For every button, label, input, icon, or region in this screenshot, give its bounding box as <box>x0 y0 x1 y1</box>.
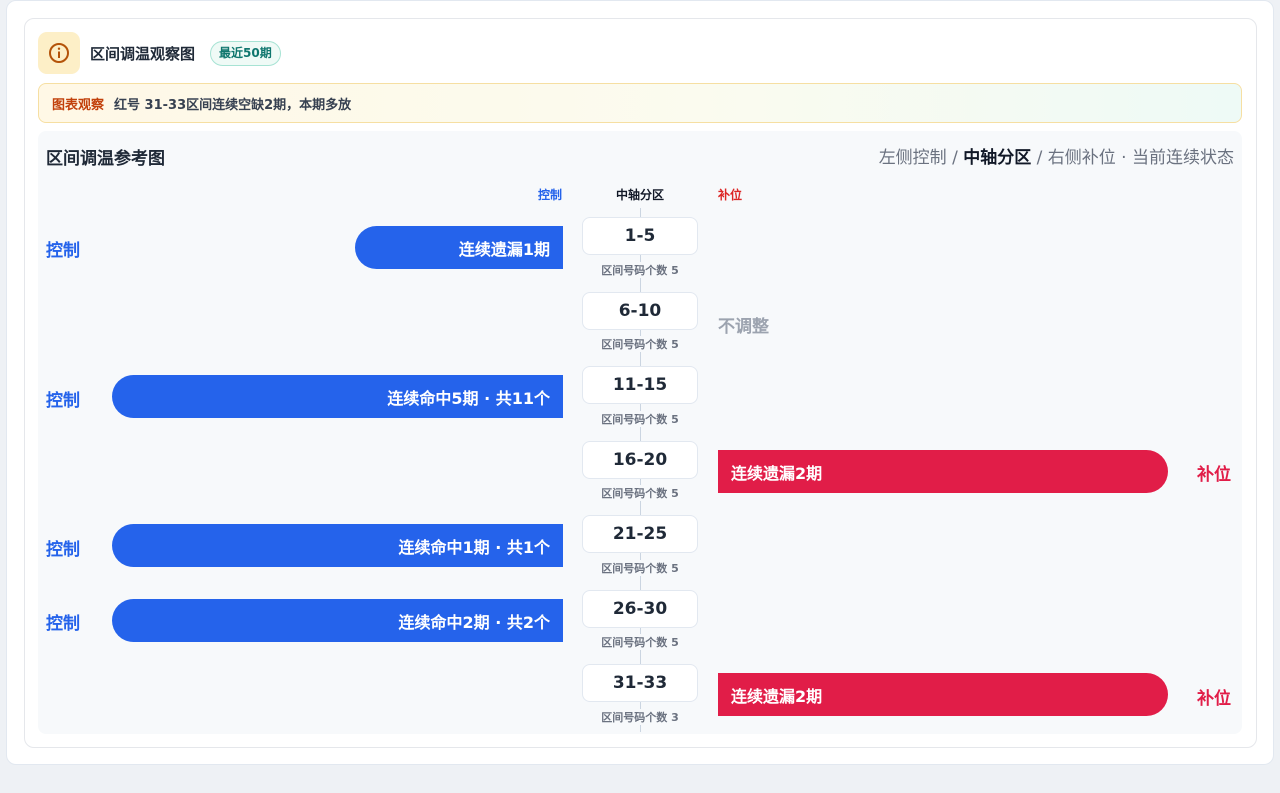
control-bar: 连续遗漏1期 <box>355 226 563 269</box>
column-header-axis: 中轴分区 <box>615 188 664 202</box>
zone-box: 16-20 <box>582 441 698 479</box>
zone-count: 区间号码个数 5 <box>582 634 698 650</box>
column-header-control: 控制 <box>537 188 562 202</box>
legend-right: 右侧补位 <box>1047 148 1116 168</box>
legend-mid: 中轴分区 <box>963 148 1032 168</box>
zone-count: 区间号码个数 5 <box>582 336 698 352</box>
zone-count: 区间号码个数 5 <box>582 262 698 278</box>
notice-text: 红号 31-33区间连续空缺2期，本期多放 <box>114 97 352 113</box>
panel-title: 区间调温参考图 <box>46 149 165 169</box>
legend-dot: · <box>1115 148 1132 168</box>
zone-box: 26-30 <box>582 590 698 628</box>
row-tag-control: 控制 <box>46 614 80 634</box>
control-bar: 连续命中5期 · 共11个 <box>112 375 563 418</box>
row-tag-fill: 补位 <box>1197 465 1231 485</box>
notice-tag: 图表观察 <box>52 97 105 113</box>
card-title: 区间调温观察图 <box>90 45 196 63</box>
legend-left: 左侧控制 <box>878 148 947 168</box>
control-bar: 连续命中1期 · 共1个 <box>112 524 563 567</box>
control-bar: 连续命中2期 · 共2个 <box>112 599 563 642</box>
zone-box: 1-5 <box>582 217 698 255</box>
legend-state: 当前连续状态 <box>1132 148 1234 168</box>
row-tag-control: 控制 <box>46 241 80 261</box>
no-adjust-label: 不调整 <box>718 317 769 337</box>
fill-bar: 连续遗漏2期 <box>718 673 1168 716</box>
zone-box: 6-10 <box>582 292 698 330</box>
legend-sep: / <box>946 148 964 168</box>
zone-count: 区间号码个数 3 <box>582 709 698 725</box>
zone-box: 11-15 <box>582 366 698 404</box>
legend-sep: / <box>1031 148 1048 168</box>
zone-box: 31-33 <box>582 664 698 702</box>
row-tag-fill: 补位 <box>1197 689 1231 709</box>
zone-count: 区间号码个数 5 <box>582 485 698 501</box>
column-header-fill: 补位 <box>718 188 743 202</box>
row-tag-control: 控制 <box>46 391 80 411</box>
period-badge: 最近50期 <box>210 41 281 66</box>
panel-legend: 左侧控制 / 中轴分区 / 右侧补位 · 当前连续状态 <box>879 143 1234 168</box>
observation-notice: 图表观察 红号 31-33区间连续空缺2期，本期多放 <box>38 83 1242 123</box>
row-tag-control: 控制 <box>46 540 80 560</box>
fill-bar: 连续遗漏2期 <box>718 450 1168 493</box>
info-icon <box>38 32 80 74</box>
zone-box: 21-25 <box>582 515 698 553</box>
zone-count: 区间号码个数 5 <box>582 560 698 576</box>
zone-count: 区间号码个数 5 <box>582 411 698 427</box>
